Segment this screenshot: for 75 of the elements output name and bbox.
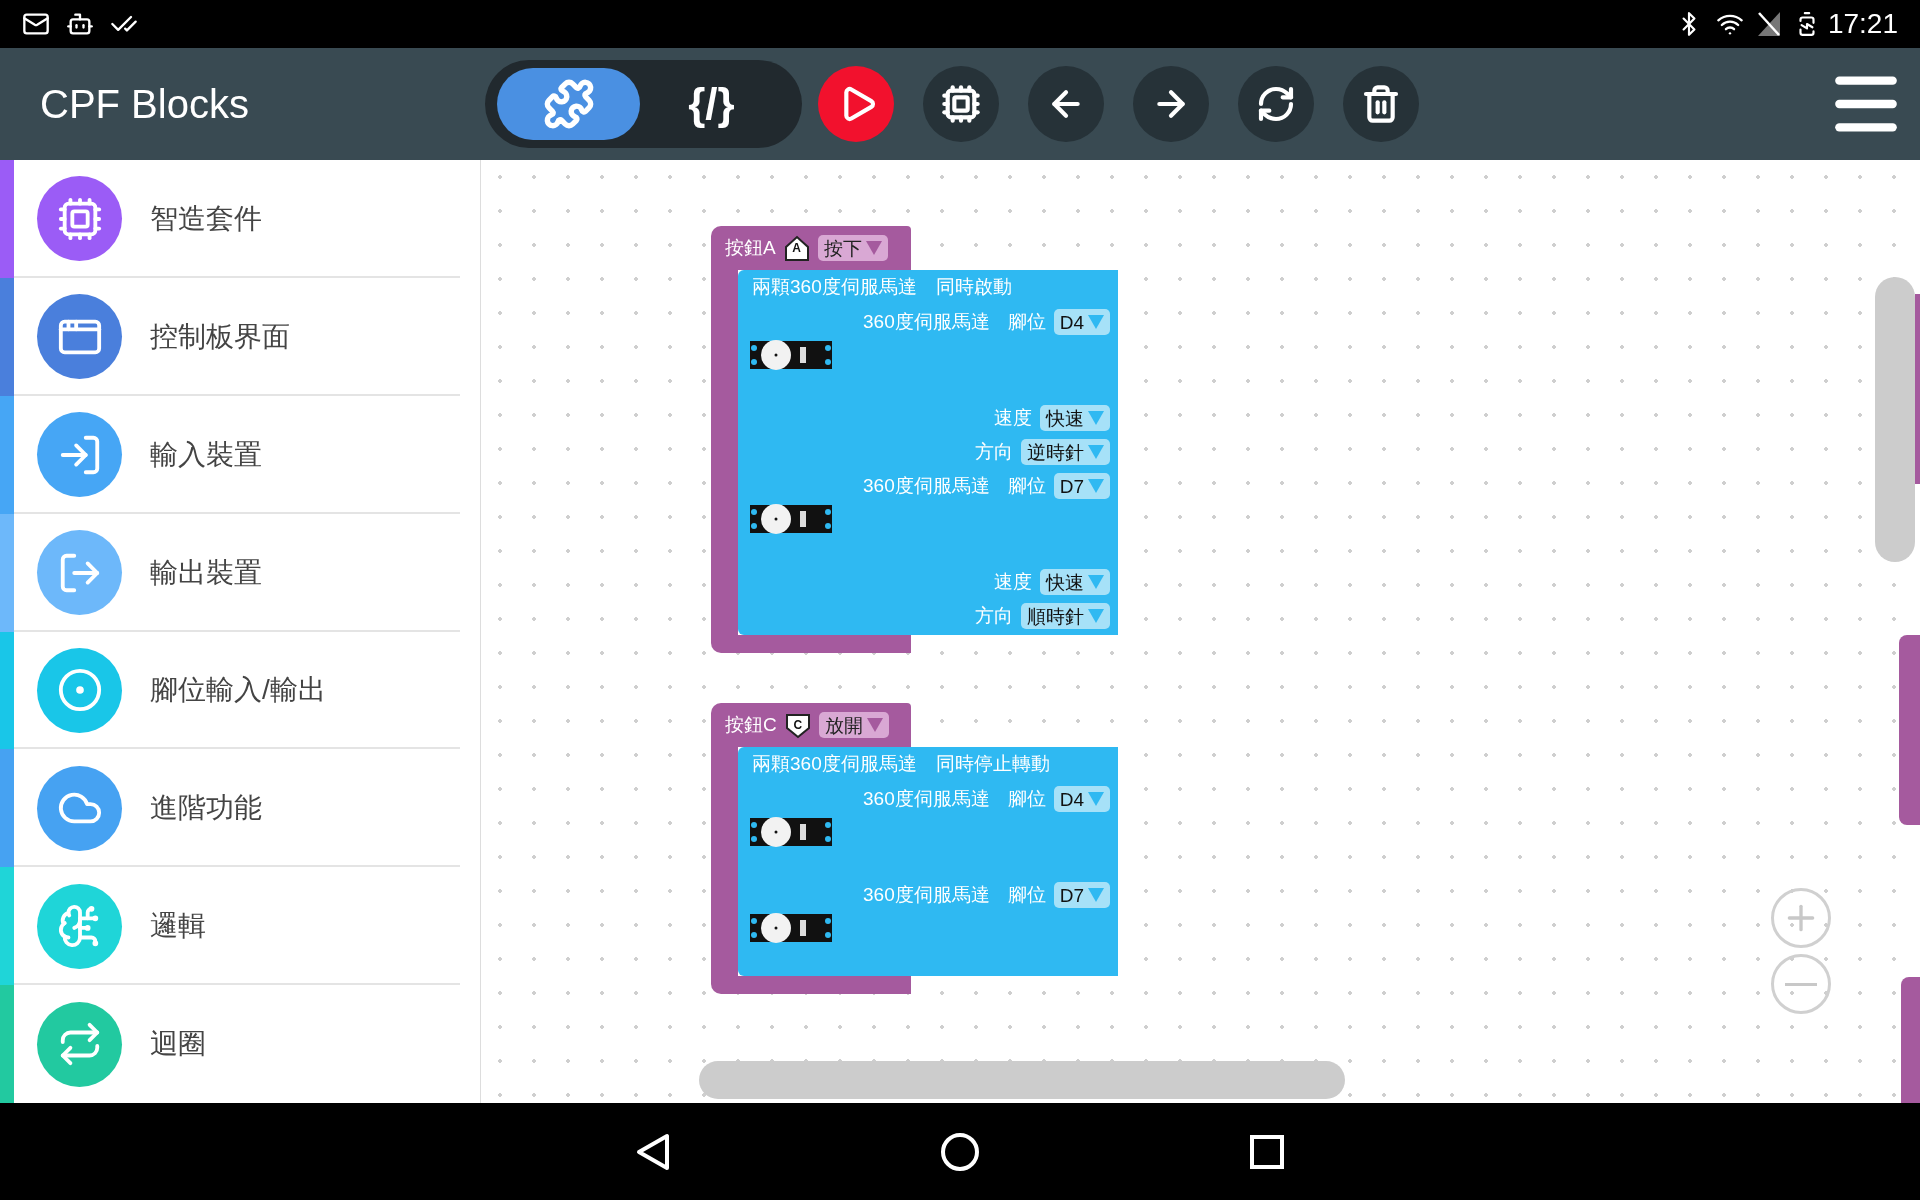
dropdown-arrow-icon — [866, 718, 883, 732]
servo-block[interactable]: 兩顆360度伺服馬達 同時啟動 360度伺服馬達 腳位 D4 速度 快速 方向 逆時針 360度伺服馬達 腳位 D7 速度 快速 方向 順時針 — [738, 270, 1118, 635]
category-item[interactable]: 輸出裝置 — [0, 513, 480, 632]
refresh-icon — [1256, 84, 1296, 124]
motor-label: 360度伺服馬達 — [863, 786, 990, 811]
field-label: 方向 — [975, 439, 1013, 464]
category-item[interactable]: 輸入裝置 — [0, 395, 480, 514]
motor-label: 360度伺服馬達 — [863, 309, 990, 334]
dropdown-field[interactable]: 快速 — [1040, 569, 1110, 595]
dropdown-field[interactable]: 按下 — [817, 235, 888, 261]
pin-label: 腳位 — [1007, 786, 1046, 811]
home-icon[interactable] — [940, 1131, 980, 1172]
no-signal-icon — [1757, 12, 1780, 36]
category-label: 輸出裝置 — [150, 555, 262, 590]
dropdown-field[interactable]: D7 — [1053, 882, 1110, 908]
chip-icon — [941, 84, 981, 124]
button-badge: C — [784, 711, 811, 739]
category-label: 迴圈 — [150, 1027, 206, 1062]
category-label: 進階功能 — [150, 791, 262, 826]
category-item[interactable]: 迴圈 — [0, 985, 480, 1103]
horizontal-scrollbar[interactable] — [699, 1061, 1345, 1099]
dropdown-arrow-icon — [1088, 315, 1104, 329]
code-view-tab[interactable]: {/} — [640, 68, 783, 140]
category-item[interactable]: 控制板界面 — [0, 277, 480, 396]
category-item[interactable]: 智造套件 — [0, 160, 480, 278]
field-label: 速度 — [994, 569, 1032, 594]
pin-label: 腳位 — [1007, 882, 1046, 907]
dropdown-field[interactable]: D7 — [1053, 473, 1110, 499]
motor-label: 360度伺服馬達 — [863, 473, 990, 498]
chip-icon — [56, 195, 103, 242]
dropdown-arrow-icon — [1088, 411, 1104, 425]
category-item[interactable]: 腳位輸入/輸出 — [0, 631, 480, 750]
motor-label: 360度伺服馬達 — [863, 882, 990, 907]
dropdown-arrow-icon — [1088, 479, 1104, 493]
button-badge: A — [783, 234, 810, 262]
puzzle-icon — [542, 78, 595, 130]
category-item[interactable]: 進階功能 — [0, 749, 480, 868]
dropdown-arrow-icon — [1088, 575, 1104, 589]
block-title: 兩顆360度伺服馬達 同時停止轉動 — [751, 752, 1051, 777]
blocks-view-tab[interactable] — [497, 68, 640, 140]
field-label: 速度 — [994, 405, 1032, 430]
pin-label: 腳位 — [1007, 309, 1046, 334]
app-title: CPF Blocks — [40, 81, 250, 128]
dropdown-field[interactable]: D4 — [1053, 786, 1110, 812]
field-label: 方向 — [975, 603, 1013, 628]
pin-label: 腳位 — [1007, 473, 1046, 498]
back-icon[interactable] — [636, 1132, 670, 1171]
vertical-scrollbar[interactable] — [1875, 277, 1915, 562]
minus-icon — [1785, 982, 1817, 986]
target-icon — [56, 667, 103, 714]
category-label: 腳位輸入/輸出 — [150, 673, 326, 708]
dropdown-field[interactable]: 放開 — [818, 712, 889, 738]
category-label: 邏輯 — [150, 909, 206, 944]
category-label: 控制板界面 — [150, 319, 290, 354]
dropdown-field[interactable]: 逆時針 — [1021, 439, 1110, 465]
category-label: 智造套件 — [150, 201, 262, 236]
dropdown-field[interactable]: D4 — [1053, 309, 1110, 335]
event-block-header[interactable]: 按鈕C C 放開 — [711, 703, 911, 747]
block-label: 按鈕C — [725, 712, 777, 737]
dropdown-field[interactable]: 快速 — [1040, 405, 1110, 431]
dropdown-arrow-icon — [1088, 609, 1104, 623]
dropdown-arrow-icon — [1088, 888, 1104, 902]
dropdown-arrow-icon — [865, 241, 882, 255]
recents-icon[interactable] — [1250, 1134, 1284, 1169]
event-block-header[interactable]: 按鈕A A 按下 — [711, 226, 911, 270]
category-label: 輸入裝置 — [150, 437, 262, 472]
block-label: 按鈕A — [725, 235, 776, 260]
clock: 17:21 — [1827, 7, 1898, 41]
block-title: 兩顆360度伺服馬達 同時啟動 — [751, 275, 1013, 300]
dropdown-arrow-icon — [1088, 445, 1104, 459]
category-item[interactable]: 邏輯 — [0, 867, 480, 986]
dropdown-arrow-icon — [1088, 792, 1104, 806]
trash-icon — [1361, 84, 1401, 124]
dropdown-field[interactable]: 順時針 — [1021, 603, 1110, 629]
servo-block[interactable]: 兩顆360度伺服馬達 同時停止轉動 360度伺服馬達 腳位 D4 360度伺服馬達 腳位 D7 — [738, 747, 1118, 976]
